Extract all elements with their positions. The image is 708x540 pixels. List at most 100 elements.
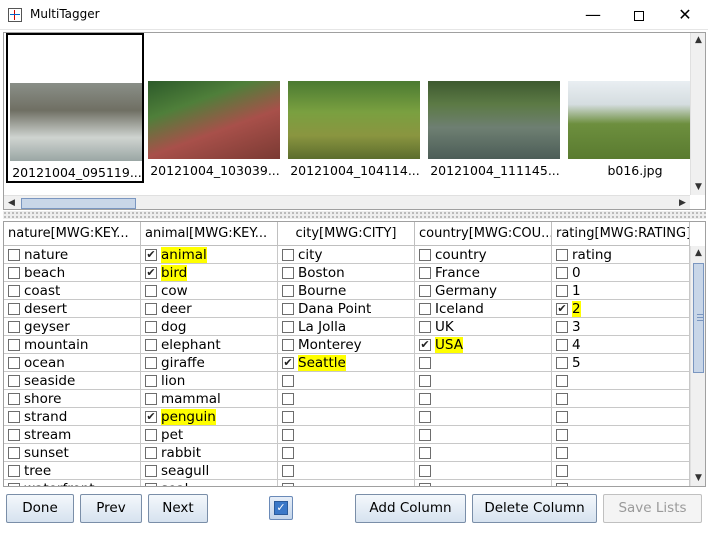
- tag-checkbox[interactable]: [8, 249, 20, 261]
- tag-checkbox[interactable]: [8, 411, 20, 423]
- tag-checkbox[interactable]: [145, 303, 157, 315]
- tag-checkbox[interactable]: [556, 429, 568, 441]
- tag-cell[interactable]: [552, 444, 690, 462]
- scroll-left-icon[interactable]: ◀: [4, 196, 19, 209]
- column-header[interactable]: nature[MWG:KEY...: [4, 222, 141, 246]
- tag-checkbox[interactable]: [282, 411, 294, 423]
- thumbnail-item[interactable]: 20121004_111145...: [426, 33, 564, 183]
- tag-cell[interactable]: Germany: [415, 282, 552, 300]
- tag-cell[interactable]: Bourne: [278, 282, 415, 300]
- tag-checkbox[interactable]: [8, 483, 20, 486]
- tag-cell[interactable]: Monterey: [278, 336, 415, 354]
- tag-checkbox[interactable]: ✔: [556, 303, 568, 315]
- tag-cell[interactable]: Boston: [278, 264, 415, 282]
- tag-cell[interactable]: [415, 408, 552, 426]
- tag-cell[interactable]: desert: [4, 300, 141, 318]
- tag-checkbox[interactable]: [8, 321, 20, 333]
- split-pane-divider[interactable]: [3, 211, 706, 219]
- tag-checkbox[interactable]: [419, 321, 431, 333]
- tag-cell[interactable]: UK: [415, 318, 552, 336]
- tag-checkbox[interactable]: [8, 339, 20, 351]
- tag-checkbox[interactable]: [145, 465, 157, 477]
- tag-cell[interactable]: Iceland: [415, 300, 552, 318]
- tag-checkbox[interactable]: [556, 249, 568, 261]
- tag-checkbox[interactable]: [419, 411, 431, 423]
- column-header[interactable]: city[MWG:CITY]: [278, 222, 415, 246]
- thumbnail-item[interactable]: 20121004_095119...: [6, 33, 144, 183]
- tag-checkbox[interactable]: [8, 285, 20, 297]
- tag-checkbox[interactable]: [419, 429, 431, 441]
- tag-cell[interactable]: shore: [4, 390, 141, 408]
- tag-cell[interactable]: [415, 372, 552, 390]
- tag-checkbox[interactable]: [8, 465, 20, 477]
- tag-checkbox[interactable]: [8, 429, 20, 441]
- tag-checkbox[interactable]: [419, 447, 431, 459]
- tag-checkbox[interactable]: [419, 465, 431, 477]
- tag-checkbox[interactable]: [419, 393, 431, 405]
- tag-cell[interactable]: [552, 480, 690, 486]
- tag-cell[interactable]: waterfront: [4, 480, 141, 486]
- tag-checkbox[interactable]: [556, 285, 568, 297]
- tag-cell[interactable]: rabbit: [141, 444, 278, 462]
- tag-checkbox[interactable]: ✔: [145, 249, 157, 261]
- tag-cell[interactable]: [552, 426, 690, 444]
- tag-checkbox[interactable]: [419, 303, 431, 315]
- tag-cell[interactable]: tree: [4, 462, 141, 480]
- tag-checkbox[interactable]: ✔: [282, 357, 294, 369]
- minimize-button[interactable]: —: [570, 0, 616, 30]
- tag-cell[interactable]: pet: [141, 426, 278, 444]
- tag-checkbox[interactable]: [556, 465, 568, 477]
- tag-cell[interactable]: [278, 390, 415, 408]
- tag-cell[interactable]: ocean: [4, 354, 141, 372]
- tag-checkbox[interactable]: [145, 429, 157, 441]
- tag-checkbox[interactable]: [145, 447, 157, 459]
- tag-checkbox[interactable]: [282, 375, 294, 387]
- scrollbar-thumb[interactable]: [21, 198, 136, 209]
- tag-checkbox[interactable]: [282, 303, 294, 315]
- tag-cell[interactable]: [278, 480, 415, 486]
- tag-cell[interactable]: strand: [4, 408, 141, 426]
- add-column-button[interactable]: Add Column: [355, 494, 466, 523]
- tag-checkbox[interactable]: [419, 267, 431, 279]
- tag-checkbox[interactable]: [145, 375, 157, 387]
- tag-checkbox[interactable]: [8, 303, 20, 315]
- maximize-button[interactable]: [616, 0, 662, 30]
- tag-checkbox[interactable]: [419, 357, 431, 369]
- tag-checkbox[interactable]: [556, 339, 568, 351]
- tag-cell[interactable]: nature: [4, 246, 141, 264]
- tag-checkbox[interactable]: [145, 339, 157, 351]
- tag-checkbox[interactable]: [556, 357, 568, 369]
- tag-checkbox[interactable]: [8, 447, 20, 459]
- tag-cell[interactable]: giraffe: [141, 354, 278, 372]
- tag-checkbox[interactable]: [419, 375, 431, 387]
- tag-cell[interactable]: geyser: [4, 318, 141, 336]
- tag-cell[interactable]: country: [415, 246, 552, 264]
- tag-checkbox[interactable]: [282, 483, 294, 486]
- tag-checkbox[interactable]: [145, 393, 157, 405]
- tag-cell[interactable]: ✔ Seattle: [278, 354, 415, 372]
- tag-checkbox[interactable]: [145, 321, 157, 333]
- tag-cell[interactable]: sunset: [4, 444, 141, 462]
- tag-cell[interactable]: dog: [141, 318, 278, 336]
- tag-checkbox[interactable]: [556, 393, 568, 405]
- scroll-up-icon[interactable]: ▲: [691, 33, 705, 48]
- tag-checkbox[interactable]: [145, 483, 157, 486]
- prev-button[interactable]: Prev: [80, 494, 142, 523]
- column-header[interactable]: rating[MWG:RATING]: [552, 222, 690, 246]
- tag-checkbox[interactable]: [8, 357, 20, 369]
- tag-cell[interactable]: coast: [4, 282, 141, 300]
- tag-cell[interactable]: seaside: [4, 372, 141, 390]
- tag-cell[interactable]: Dana Point: [278, 300, 415, 318]
- thumbnail-vertical-scrollbar[interactable]: ▲ ▼: [690, 33, 705, 195]
- tag-checkbox[interactable]: [8, 267, 20, 279]
- tag-cell[interactable]: ✔ bird: [141, 264, 278, 282]
- tag-checkbox[interactable]: ✔: [145, 411, 157, 423]
- thumbnail-item[interactable]: 20121004_104114...: [286, 33, 424, 183]
- tag-cell[interactable]: mountain: [4, 336, 141, 354]
- scroll-down-icon[interactable]: ▼: [691, 180, 705, 195]
- tag-cell[interactable]: beach: [4, 264, 141, 282]
- next-button[interactable]: Next: [148, 494, 208, 523]
- tag-cell[interactable]: ✔ penguin: [141, 408, 278, 426]
- tag-cell[interactable]: [552, 390, 690, 408]
- tag-checkbox[interactable]: [145, 285, 157, 297]
